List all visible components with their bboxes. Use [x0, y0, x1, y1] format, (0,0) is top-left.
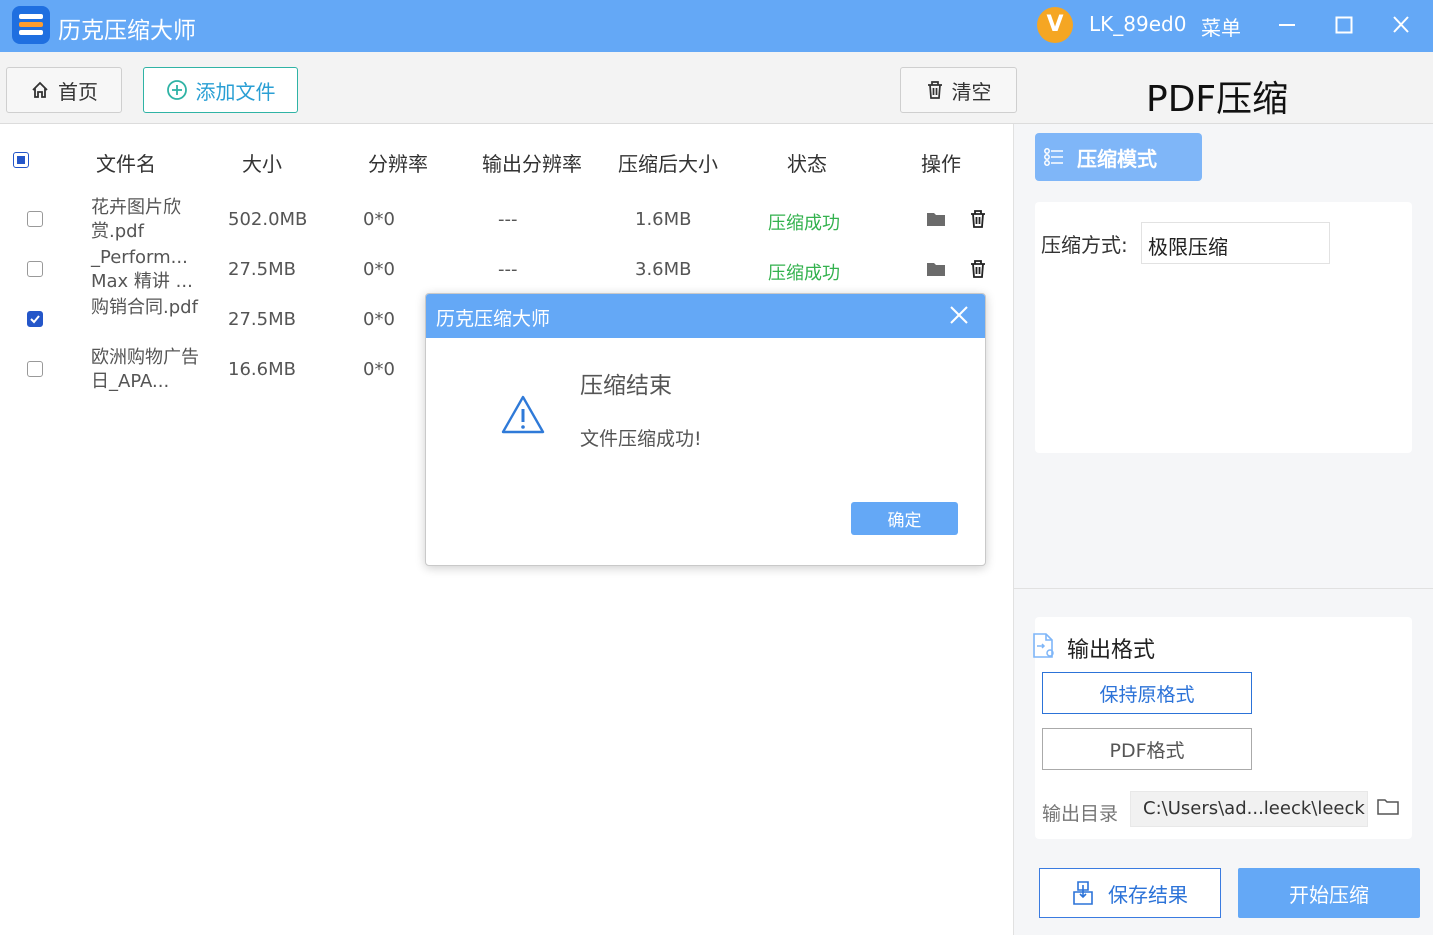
tab-compress-mode[interactable]: 压缩模式 — [1035, 133, 1202, 181]
column-header: 状态 — [787, 152, 827, 176]
toolbar: 首页 添加文件 清空 PDF压缩 — [0, 52, 1433, 124]
column-header: 大小 — [242, 152, 282, 176]
output-format-title: 输出格式 — [1067, 638, 1156, 663]
trash-icon — [927, 81, 942, 99]
row-checkbox[interactable] — [27, 211, 43, 227]
file-size: 16.6MB — [228, 359, 296, 380]
avatar[interactable]: V — [1037, 7, 1073, 43]
table-row[interactable]: _Perform... Max 精讲 ... 27.5MB 0*0 --- 3.… — [0, 245, 1013, 295]
row-checkbox[interactable] — [27, 261, 43, 277]
title-bar: 历克压缩大师 V LK_89ed0 菜单 — [0, 0, 1433, 52]
clear-button[interactable]: 清空 — [900, 67, 1017, 113]
status-badge: 压缩成功 — [768, 263, 840, 284]
select-all-checkbox[interactable] — [13, 152, 29, 168]
output-resolution: --- — [498, 259, 518, 280]
menu-button[interactable]: 菜单 — [1201, 12, 1241, 41]
delete-icon[interactable] — [968, 209, 988, 229]
minimize-button[interactable] — [1270, 9, 1304, 41]
compress-method-label: 压缩方式: — [1041, 233, 1128, 257]
file-size: 27.5MB — [228, 309, 296, 330]
dialog-message: 文件压缩成功! — [580, 428, 702, 450]
status-badge: 压缩成功 — [768, 213, 840, 234]
page-title: PDF压缩 — [1146, 79, 1289, 120]
column-header: 操作 — [921, 152, 961, 176]
folder-icon[interactable] — [926, 259, 946, 279]
row-checkbox[interactable] — [27, 361, 43, 377]
file-resolution: 0*0 — [363, 209, 395, 230]
clear-button-label: 清空 — [951, 79, 992, 104]
app-title: 历克压缩大师 — [58, 18, 196, 44]
warning-icon — [501, 395, 545, 434]
browse-folder-icon[interactable] — [1377, 798, 1399, 816]
file-size: 27.5MB — [228, 259, 296, 280]
column-header: 输出分辨率 — [482, 152, 582, 176]
minimize-icon — [1279, 24, 1295, 26]
dialog-header: 历克压缩大师 — [426, 294, 985, 338]
table-header: 文件名 大小 分辨率 输出分辨率 压缩后大小 状态 操作 — [0, 124, 1013, 196]
checkmark-icon — [30, 315, 40, 324]
keep-format-button[interactable]: 保持原格式 — [1042, 672, 1252, 714]
maximize-button[interactable] — [1327, 9, 1361, 41]
file-size: 502.0MB — [228, 209, 308, 230]
save-result-button[interactable]: 保存结果 — [1039, 868, 1221, 918]
username[interactable]: LK_89ed0 — [1089, 12, 1186, 36]
table-row[interactable]: 花卉图片欣赏.pdf 502.0MB 0*0 --- 1.6MB 压缩成功 — [0, 195, 1013, 245]
settings-list-icon — [1044, 148, 1063, 166]
folder-icon[interactable] — [926, 209, 946, 229]
home-icon — [32, 81, 48, 98]
tab-compress-mode-label: 压缩模式 — [1077, 146, 1157, 171]
close-icon — [1393, 16, 1409, 33]
file-name: 花卉图片欣赏.pdf — [91, 197, 181, 242]
file-resolution: 0*0 — [363, 259, 395, 280]
add-file-button[interactable]: 添加文件 — [143, 67, 298, 113]
maximize-icon — [1335, 16, 1353, 34]
compressed-size: 3.6MB — [635, 259, 692, 280]
section-divider — [1014, 588, 1433, 589]
app-logo — [12, 6, 50, 44]
pdf-format-button[interactable]: PDF格式 — [1042, 728, 1252, 770]
plus-circle-icon — [166, 80, 187, 100]
output-format-icon — [1033, 633, 1054, 658]
file-resolution: 0*0 — [363, 359, 395, 380]
ok-button[interactable]: 确定 — [851, 502, 958, 535]
output-dir-label: 输出目录 — [1042, 803, 1119, 825]
row-checkbox[interactable] — [27, 311, 43, 327]
save-icon — [1073, 881, 1093, 905]
output-resolution: --- — [498, 209, 518, 230]
column-header: 文件名 — [96, 152, 156, 176]
compress-method-select[interactable]: 极限压缩 — [1141, 222, 1330, 264]
compressed-size: 1.6MB — [635, 209, 692, 230]
column-header: 压缩后大小 — [618, 152, 718, 176]
home-button[interactable]: 首页 — [6, 67, 122, 113]
file-name: _Perform... Max 精讲 ... — [91, 247, 193, 292]
add-file-label: 添加文件 — [195, 79, 276, 104]
dialog-title: 历克压缩大师 — [436, 308, 551, 330]
column-header: 分辨率 — [368, 152, 428, 176]
file-name: 欧洲购物广告日_APA... — [91, 347, 199, 392]
close-button[interactable] — [1384, 9, 1418, 41]
output-dir-field[interactable]: C:\Users\ad...leeck\leeck — [1130, 791, 1368, 827]
dialog-close-icon[interactable] — [946, 302, 972, 328]
dialog-heading: 压缩结束 — [580, 373, 672, 399]
result-dialog: 历克压缩大师 压缩结束 文件压缩成功! 确定 — [425, 293, 986, 566]
delete-icon[interactable] — [968, 259, 988, 279]
start-compress-button[interactable]: 开始压缩 — [1238, 868, 1420, 918]
file-resolution: 0*0 — [363, 309, 395, 330]
save-result-label: 保存结果 — [1108, 882, 1188, 907]
home-button-label: 首页 — [58, 79, 98, 104]
file-name: 购销合同.pdf — [91, 297, 198, 318]
